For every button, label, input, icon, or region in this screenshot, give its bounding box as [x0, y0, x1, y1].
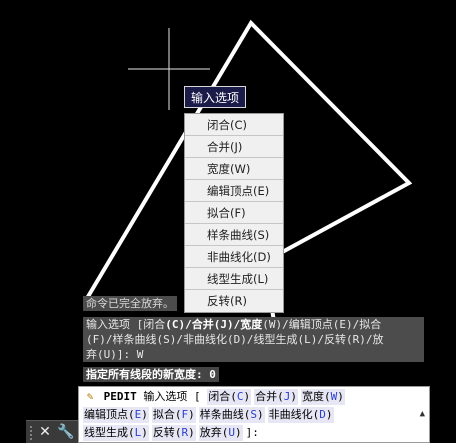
- input-options-tooltip: 输入选项: [184, 86, 247, 108]
- command-prompt: 输入选项 [: [143, 390, 201, 403]
- command-line-row-2: 编辑顶点(E) 拟合(F) 样条曲线(S) 非曲线化(D): [83, 407, 337, 423]
- option-spline[interactable]: 样条曲线(S): [198, 407, 265, 423]
- close-icon[interactable]: ✕: [35, 422, 55, 442]
- menu-item-join[interactable]: 合并(J): [185, 136, 283, 158]
- pencil-icon: ✎: [86, 390, 94, 403]
- option-context-menu: 闭合(C) 合并(J) 宽度(W) 编辑顶点(E) 拟合(F) 样条曲线(S) …: [184, 113, 284, 313]
- drag-grip-handle[interactable]: [29, 425, 33, 441]
- menu-item-spline[interactable]: 样条曲线(S): [185, 224, 283, 246]
- history-prompt: 输入选项 [闭合(C)/合并(J)/宽度(W)/编辑顶点(E)/拟合 (F)/样…: [83, 317, 424, 362]
- command-line[interactable]: ✎ PEDIT 输入选项 [ 闭合(C) 合并(J) 宽度(W) 编辑顶点(E) 拟合…: [78, 386, 430, 443]
- option-edit-vertex[interactable]: 编辑顶点(E): [83, 407, 149, 423]
- menu-item-reverse[interactable]: 反转(R): [185, 290, 283, 312]
- history-prompt-selected: (C)/合并(J)/宽度: [165, 318, 263, 331]
- menu-item-width[interactable]: 宽度(W): [185, 158, 283, 180]
- menu-item-close[interactable]: 闭合(C): [185, 114, 283, 136]
- history-prompt-prefix: 输入选项 [闭合: [86, 318, 166, 331]
- command-line-dock: ✕ 🔧: [26, 420, 78, 443]
- command-line-row-3: 线型生成(L) 反转(R) 放弃(U)]:: [83, 425, 259, 441]
- command-end: ]:: [245, 426, 259, 439]
- history-prompt-line3: 弃(U)]: W: [86, 348, 144, 361]
- option-width[interactable]: 宽度(W): [301, 389, 345, 405]
- history-line-width: 指定所有线段的新宽度: 0: [83, 367, 219, 382]
- history-prompt-line2: (F)/样条曲线(S)/非曲线化(D)/线型生成(L)/反转(R)/放: [86, 333, 384, 346]
- command-name: PEDIT: [103, 390, 137, 403]
- history-line-cancelled: 命令已完全放弃。: [83, 296, 177, 311]
- menu-item-decurve[interactable]: 非曲线化(D): [185, 246, 283, 268]
- option-close[interactable]: 闭合(C): [207, 389, 252, 405]
- option-join[interactable]: 合并(J): [254, 389, 298, 405]
- menu-item-ltype-gen[interactable]: 线型生成(L): [185, 268, 283, 290]
- option-ltype-gen[interactable]: 线型生成(L): [83, 425, 149, 441]
- option-fit[interactable]: 拟合(F): [151, 407, 196, 423]
- wrench-icon[interactable]: 🔧: [56, 422, 76, 442]
- menu-item-fit[interactable]: 拟合(F): [185, 202, 283, 224]
- menu-item-edit-vertex[interactable]: 编辑顶点(E): [185, 180, 283, 202]
- scroll-up-arrow-icon[interactable]: ▲: [420, 409, 425, 419]
- option-undo[interactable]: 放弃(U): [198, 425, 243, 441]
- option-decurve[interactable]: 非曲线化(D): [267, 407, 334, 423]
- option-reverse[interactable]: 反转(R): [151, 425, 196, 441]
- history-prompt-rest: (W)/编辑顶点(E)/拟合: [262, 318, 382, 331]
- command-line-row-1: ✎ PEDIT 输入选项 [ 闭合(C) 合并(J) 宽度(W): [83, 389, 348, 405]
